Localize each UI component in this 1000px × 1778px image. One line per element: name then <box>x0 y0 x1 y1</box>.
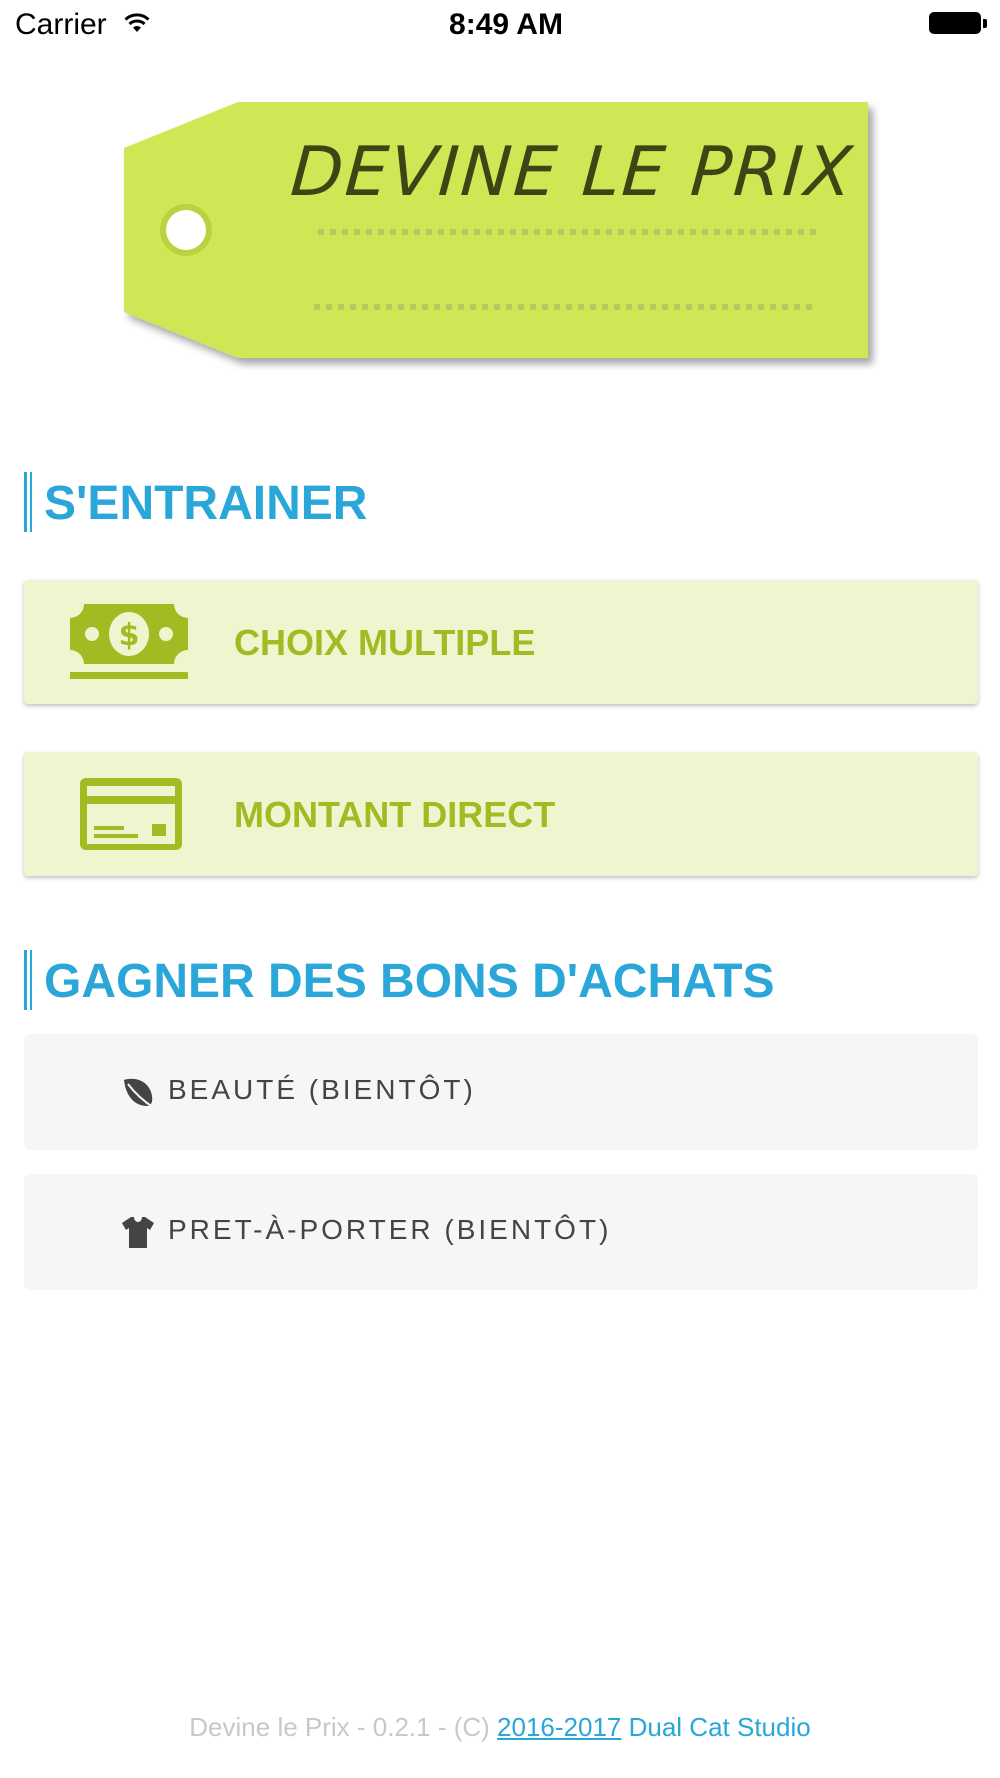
leaf-icon <box>124 1078 155 1109</box>
footer-version: Devine le Prix - 0.2.1 - (C) <box>189 1712 498 1742</box>
money-bill-icon: $ <box>70 604 188 679</box>
footer-studio-link[interactable]: Dual Cat Studio <box>621 1712 811 1742</box>
footer-credits: Devine le Prix - 0.2.1 - (C) 2016-2017 D… <box>0 1712 1000 1743</box>
svg-text:$: $ <box>119 618 140 653</box>
ready-to-wear-voucher-label: PRET-À-PORTER (BIENTÔT) <box>168 1214 612 1245</box>
section-vouchers-title: GAGNER DES BONS D'ACHATS <box>44 955 775 1008</box>
battery-icon <box>929 12 987 36</box>
status-bar: Carrier 8:49 AM <box>0 0 1000 50</box>
direct-amount-label: MONTANT DIRECT <box>234 794 556 835</box>
app-logo: DEVINE LE PRIX <box>124 102 868 358</box>
multiple-choice-label: CHOIX MULTIPLE <box>234 622 536 663</box>
logo-title: DEVINE LE PRIX <box>288 133 856 212</box>
multiple-choice-button[interactable]: $ CHOIX MULTIPLE <box>24 580 978 704</box>
credit-card-icon <box>80 778 182 850</box>
section-practice-title: S'ENTRAINER <box>44 477 368 530</box>
beauty-voucher-label: BEAUTÉ (BIENTÔT) <box>168 1074 476 1105</box>
beauty-voucher-button[interactable]: BEAUTÉ (BIENTÔT) <box>24 1034 978 1150</box>
ready-to-wear-voucher-button[interactable]: PRET-À-PORTER (BIENTÔT) <box>24 1174 978 1290</box>
status-time: 8:49 AM <box>449 8 563 41</box>
footer-years-link[interactable]: 2016-2017 <box>497 1712 621 1742</box>
tshirt-icon <box>122 1217 154 1248</box>
direct-amount-button[interactable]: MONTANT DIRECT <box>24 752 978 876</box>
